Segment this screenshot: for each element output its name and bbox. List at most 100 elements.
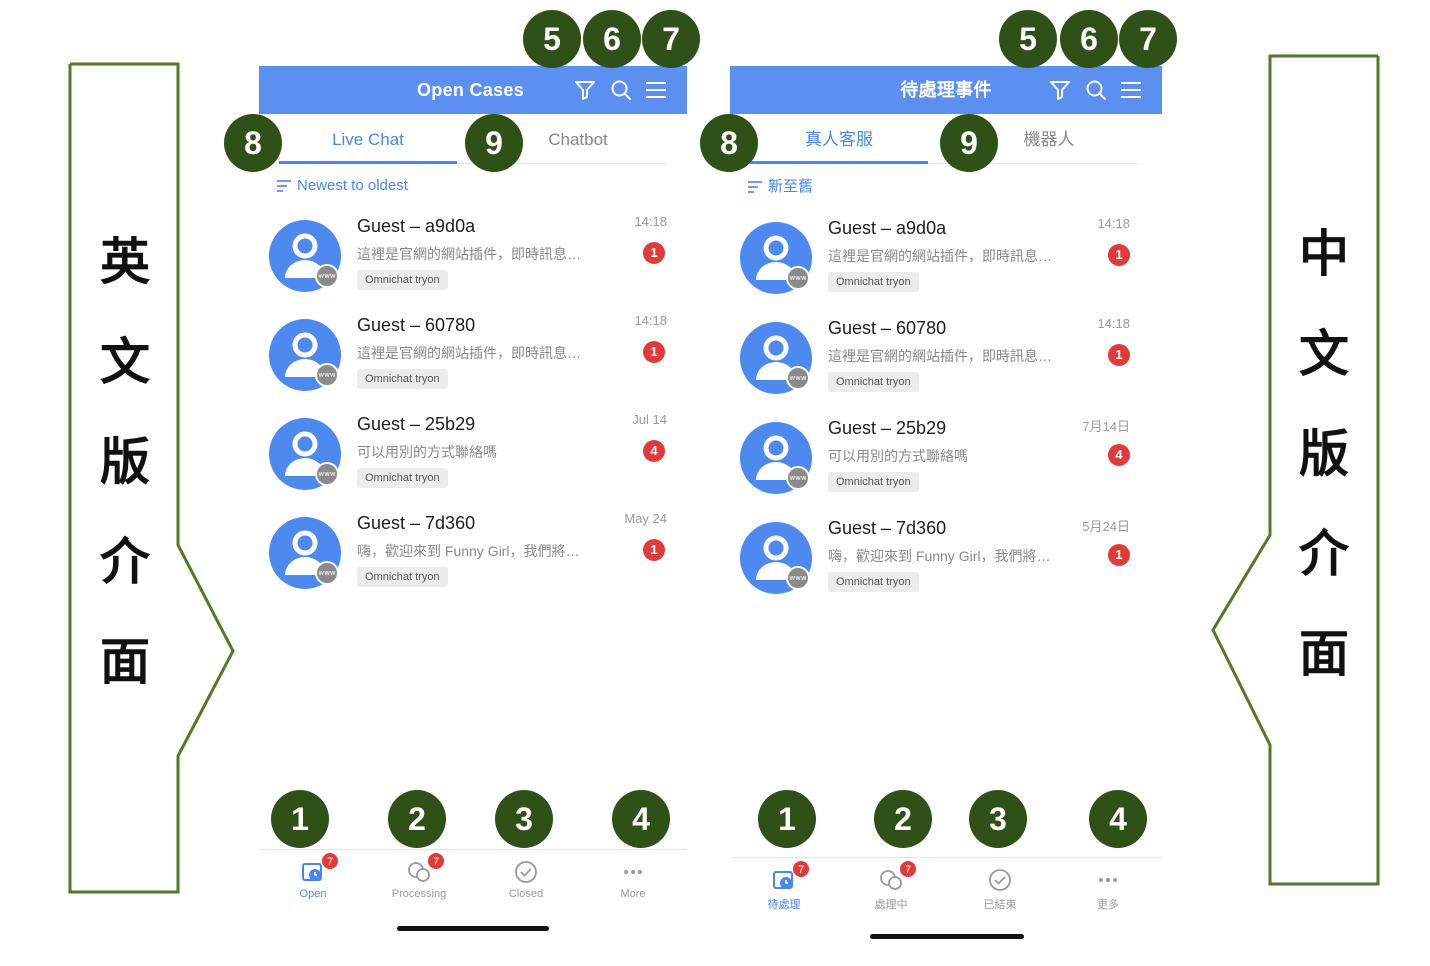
- nav-label: 待處理: [767, 899, 801, 911]
- message-time: 14:18: [1097, 216, 1130, 231]
- nav-count-badge: 7: [427, 852, 445, 870]
- conversation-row[interactable]: www Guest – 60780 這裡是官網的網站插件，即時訊息… Omnic…: [740, 316, 1148, 412]
- nav-more[interactable]: More: [583, 850, 683, 920]
- callout-marker-1: 1: [758, 790, 816, 848]
- tab-live-chat[interactable]: Live Chat: [279, 118, 457, 164]
- channel-tag: Omnichat tryon: [828, 272, 919, 292]
- channel-tag: Omnichat tryon: [828, 572, 919, 592]
- web-channel-icon: www: [786, 566, 810, 590]
- contact-name: Guest – a9d0a: [357, 216, 476, 236]
- more-dots-icon: [621, 860, 645, 884]
- callout-marker-8: 8: [224, 114, 282, 172]
- nav-closed[interactable]: Closed: [476, 850, 576, 920]
- filter-icon[interactable]: [1048, 78, 1072, 102]
- callout-marker-6: 6: [1060, 10, 1118, 68]
- nav-more[interactable]: 更多: [1058, 858, 1158, 928]
- unread-badge: 4: [643, 440, 665, 462]
- callout-marker-8: 8: [700, 114, 758, 172]
- filter-icon[interactable]: [573, 78, 597, 102]
- message-preview: 嗨，歡迎來到 Funny Girl，我們將…: [357, 543, 580, 559]
- home-indicator[interactable]: [397, 926, 549, 931]
- sort-toggle[interactable]: Newest to oldest: [277, 176, 408, 196]
- right-side-label: 中 文 版 介 面: [1269, 204, 1379, 704]
- channel-tag: Omnichat tryon: [357, 270, 448, 290]
- web-channel-icon: www: [786, 266, 810, 290]
- channel-tag: Omnichat tryon: [357, 567, 448, 587]
- message-time: May 24: [624, 511, 667, 526]
- right-label-char: 版: [1299, 425, 1349, 483]
- right-label-char: 面: [1299, 625, 1349, 683]
- sort-label: 新至舊: [768, 178, 814, 195]
- left-label-char: 介: [100, 533, 150, 591]
- conversation-row[interactable]: www Guest – 25b29 可以用別的方式聯絡嗎 Omnichat tr…: [740, 416, 1148, 512]
- callout-marker-5: 5: [999, 10, 1057, 68]
- conversation-row[interactable]: www Guest – 25b29 可以用別的方式聯絡嗎 Omnichat tr…: [269, 412, 677, 508]
- sort-label: Newest to oldest: [297, 177, 408, 194]
- right-label-char: 中: [1299, 225, 1349, 283]
- message-time: 5月24日: [1082, 519, 1130, 534]
- web-channel-icon: www: [315, 462, 339, 486]
- left-label-char: 版: [100, 433, 150, 491]
- nav-open[interactable]: 7 待處理: [734, 858, 834, 928]
- channel-tag: Omnichat tryon: [357, 468, 448, 488]
- contact-name: Guest – 7d360: [828, 518, 947, 538]
- sort-toggle[interactable]: 新至舊: [748, 177, 813, 197]
- message-preview: 可以用別的方式聯絡嗎: [357, 444, 497, 460]
- sort-icon: [277, 180, 291, 192]
- right-label-char: 介: [1299, 525, 1349, 583]
- search-icon[interactable]: [1084, 78, 1108, 102]
- nav-label: 已結束: [983, 899, 1017, 911]
- callout-marker-6: 6: [583, 10, 641, 68]
- menu-icon[interactable]: [1119, 78, 1143, 102]
- tab-live-agent[interactable]: 真人客服: [750, 118, 928, 164]
- nav-open[interactable]: 7 Open: [263, 850, 363, 920]
- nav-closed[interactable]: 已結束: [950, 858, 1050, 928]
- callout-marker-2: 2: [388, 790, 446, 848]
- nav-processing[interactable]: 7 處理中: [841, 858, 941, 928]
- unread-badge: 1: [643, 341, 665, 363]
- unread-badge: 1: [1108, 344, 1130, 366]
- home-indicator[interactable]: [870, 934, 1024, 939]
- callout-marker-2: 2: [874, 790, 932, 848]
- callout-marker-7: 7: [1119, 10, 1177, 68]
- sort-icon: [748, 181, 762, 193]
- conversation-row[interactable]: www Guest – a9d0a 這裡是官網的網站插件，即時訊息… Omnic…: [740, 216, 1148, 312]
- left-side-label: 英 文 版 介 面: [70, 212, 180, 712]
- nav-processing[interactable]: 7 Processing: [369, 850, 469, 920]
- web-channel-icon: www: [315, 363, 339, 387]
- conversation-row[interactable]: www Guest – 7d360 嗨，歡迎來到 Funny Girl，我們將……: [269, 511, 677, 607]
- message-time: Jul 14: [632, 412, 667, 427]
- message-time: 14:18: [634, 214, 667, 229]
- right-label-char: 文: [1299, 325, 1349, 383]
- message-preview: 這裡是官網的網站插件，即時訊息…: [357, 345, 581, 361]
- callout-marker-4: 4: [1089, 790, 1147, 848]
- conversation-row[interactable]: www Guest – 60780 這裡是官網的網站插件，即時訊息… Omnic…: [269, 313, 677, 409]
- web-channel-icon: www: [315, 561, 339, 585]
- callout-marker-7: 7: [642, 10, 700, 68]
- callout-marker-4: 4: [612, 790, 670, 848]
- nav-count-badge: 7: [321, 852, 339, 870]
- callout-marker-5: 5: [523, 10, 581, 68]
- web-channel-icon: www: [315, 264, 339, 288]
- callout-marker-1: 1: [271, 790, 329, 848]
- search-icon[interactable]: [609, 78, 633, 102]
- message-preview: 嗨，歡迎來到 Funny Girl，我們將…: [828, 548, 1051, 564]
- callout-marker-3: 3: [969, 790, 1027, 848]
- contact-name: Guest – 25b29: [828, 418, 947, 438]
- message-time: 7月14日: [1082, 419, 1130, 434]
- nav-label: More: [620, 888, 646, 900]
- nav-count-badge: 7: [899, 860, 917, 878]
- conversation-row[interactable]: www Guest – 7d360 嗨，歡迎來到 Funny Girl，我們將……: [740, 516, 1148, 612]
- conversation-row[interactable]: www Guest – a9d0a 這裡是官網的網站插件，即時訊息… Omnic…: [269, 214, 677, 310]
- nav-label: Processing: [391, 888, 447, 900]
- page-title: Open Cases: [417, 80, 525, 100]
- left-label-char: 英: [100, 233, 150, 291]
- message-time: 14:18: [1097, 316, 1130, 331]
- bottom-nav: 7 Open 7 Processing Closed More: [259, 849, 687, 919]
- nav-label: Open: [299, 888, 327, 900]
- message-preview: 這裡是官網的網站插件，即時訊息…: [828, 348, 1052, 364]
- channel-tag: Omnichat tryon: [828, 472, 919, 492]
- menu-icon[interactable]: [644, 78, 668, 102]
- nav-count-badge: 7: [792, 860, 810, 878]
- left-label-char: 面: [100, 633, 150, 691]
